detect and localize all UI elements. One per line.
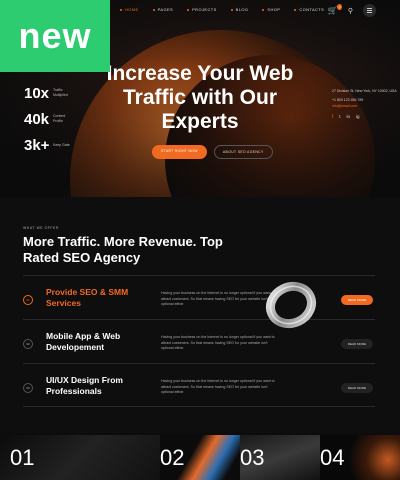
- stat-value: 40k: [24, 110, 50, 128]
- cart-count-badge: 0: [337, 4, 342, 10]
- glass-ring-graphic: [266, 281, 316, 329]
- facebook-icon[interactable]: f: [332, 114, 333, 120]
- tile-number: 01: [10, 445, 35, 470]
- section-title: More Traffic. More Revenue. Top Rated SE…: [23, 234, 223, 265]
- new-badge: new: [0, 0, 110, 72]
- instagram-icon[interactable]: ig: [356, 114, 360, 120]
- portfolio-tile[interactable]: 04: [320, 435, 400, 480]
- service-description: Having your business on the internet is …: [161, 379, 275, 394]
- hero-contact-info: 27 Division St, New York, NY 10002, USA …: [332, 88, 397, 120]
- stat-item: 10x Traffic Multiplied: [24, 80, 75, 106]
- service-index: 03: [23, 383, 33, 393]
- about-agency-button[interactable]: ABOUT SEO AGENCY: [213, 145, 273, 159]
- read-more-button[interactable]: READ MORE: [340, 383, 373, 393]
- service-row[interactable]: 02 Mobile App & Web Developement Having …: [23, 319, 375, 363]
- stat-label: Content Profile: [53, 114, 66, 123]
- stat-value: 3k+: [24, 136, 50, 154]
- twitter-icon[interactable]: t: [339, 114, 340, 120]
- social-links: f t in ig: [332, 114, 397, 120]
- tile-number: 02: [160, 445, 185, 470]
- nav-item-blog[interactable]: BLOG: [230, 7, 249, 12]
- service-name[interactable]: Mobile App & Web Developement: [46, 331, 156, 353]
- nav-item-projects[interactable]: PROJECTS: [187, 7, 217, 12]
- service-description: Having your business on the internet is …: [161, 335, 275, 350]
- stat-item: 40k Content Profile: [24, 106, 75, 132]
- linkedin-icon[interactable]: in: [347, 114, 351, 120]
- nav-item-contacts[interactable]: CONTACTS: [294, 7, 324, 12]
- portfolio-tile[interactable]: 02: [160, 435, 240, 480]
- service-row[interactable]: 03 UI/UX Design From Professionals Havin…: [23, 363, 375, 407]
- nav-item-home[interactable]: HOME: [120, 7, 139, 12]
- services-section: WHAT WE OFFER More Traffic. More Revenue…: [0, 197, 400, 433]
- tile-number: 04: [320, 445, 345, 470]
- hero-cta-group: START RIGHT NOW ABOUT SEO AGENCY: [152, 145, 273, 159]
- nav-item-shop[interactable]: SHOP: [262, 7, 280, 12]
- hamburger-icon: [367, 10, 372, 11]
- service-name[interactable]: Provide SEO & SMM Services: [46, 287, 156, 309]
- stat-value: 10x: [24, 84, 50, 102]
- address-text: 27 Division St, New York, NY 10002, USA: [332, 89, 397, 93]
- hero-headline: Increase Your Web Traffic with Our Exper…: [106, 62, 294, 133]
- search-icon[interactable]: ⚲: [348, 7, 353, 15]
- nav-item-pages[interactable]: PAGES: [152, 7, 174, 12]
- tile-number: 03: [240, 445, 265, 470]
- section-eyebrow: WHAT WE OFFER: [23, 226, 59, 230]
- service-index: 01: [23, 295, 33, 305]
- stat-item: 3k+ Keep Gate: [24, 132, 75, 158]
- portfolio-tile[interactable]: 03: [240, 435, 320, 480]
- portfolio-tile[interactable]: 01: [0, 435, 160, 480]
- stat-label: Keep Gate: [53, 142, 70, 147]
- read-more-button[interactable]: READ MORE: [340, 339, 373, 349]
- service-index: 02: [23, 339, 33, 349]
- start-now-button[interactable]: START RIGHT NOW: [152, 145, 207, 159]
- service-name[interactable]: UI/UX Design From Professionals: [46, 375, 156, 397]
- header-actions: 🛒 0 ⚲: [328, 4, 376, 17]
- main-nav: HOME PAGES PROJECTS BLOG SHOP CONTACTS: [120, 7, 324, 12]
- cart-icon[interactable]: 🛒 0: [328, 4, 342, 15]
- read-more-button[interactable]: READ MORE: [340, 295, 373, 305]
- email-link[interactable]: info@email.com: [332, 103, 397, 109]
- portfolio-strip: 01 02 03 04: [0, 435, 400, 480]
- stat-label: Traffic Multiplied: [53, 88, 68, 97]
- service-row[interactable]: 01 Provide SEO & SMM Services Having you…: [23, 275, 375, 319]
- hero-stats: 10x Traffic Multiplied 40k Content Profi…: [24, 80, 75, 158]
- menu-button[interactable]: [363, 4, 376, 17]
